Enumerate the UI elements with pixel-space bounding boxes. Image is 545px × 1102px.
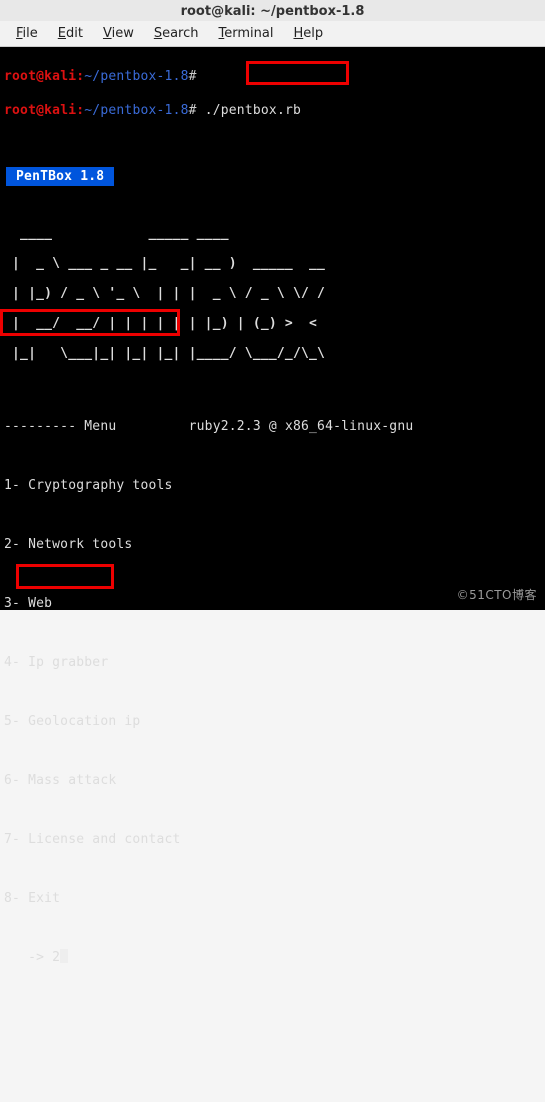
app-banner: PenTBox 1.8 — [6, 167, 114, 186]
menu-file[interactable]: File — [6, 24, 48, 43]
menu-option-2: 2- Network tools — [4, 536, 541, 553]
ascii-logo: ____ _____ ____ | _ \ ___ _ __ |_ _| __ … — [4, 211, 541, 376]
menu-search[interactable]: Search — [144, 24, 209, 43]
menu-option-5: 5- Geolocation ip — [4, 713, 541, 730]
prompt-line-2: root@kali:~/pentbox-1.8# ./pentbox.rb — [4, 102, 541, 119]
menu-option-6: 6- Mass attack — [4, 772, 541, 789]
menu-terminal[interactable]: Terminal — [209, 24, 284, 43]
cursor — [60, 949, 68, 963]
menubar: File Edit View Search Terminal Help — [0, 21, 545, 47]
menu-option-7: 7- License and contact — [4, 831, 541, 848]
command-text: ./pentbox.rb — [205, 103, 301, 118]
menu-header: --------- Menu ruby2.2.3 @ x86_64-linux-… — [4, 418, 541, 435]
menu-edit[interactable]: Edit — [48, 24, 93, 43]
menu-option-1: 1- Cryptography tools — [4, 477, 541, 494]
menu-option-4: 4- Ip grabber — [4, 654, 541, 671]
window-title: root@kali: ~/pentbox-1.8 — [0, 0, 545, 21]
prompt-line-1: root@kali:~/pentbox-1.8# — [4, 68, 541, 85]
menu-help[interactable]: Help — [283, 24, 333, 43]
menu-view[interactable]: View — [93, 24, 144, 43]
input-prompt-line[interactable]: -> 2 — [4, 949, 541, 966]
terminal-area[interactable]: root@kali:~/pentbox-1.8# root@kali:~/pen… — [0, 47, 545, 610]
menu-option-8: 8- Exit — [4, 890, 541, 907]
watermark: ©51CTO博客 — [457, 587, 537, 604]
